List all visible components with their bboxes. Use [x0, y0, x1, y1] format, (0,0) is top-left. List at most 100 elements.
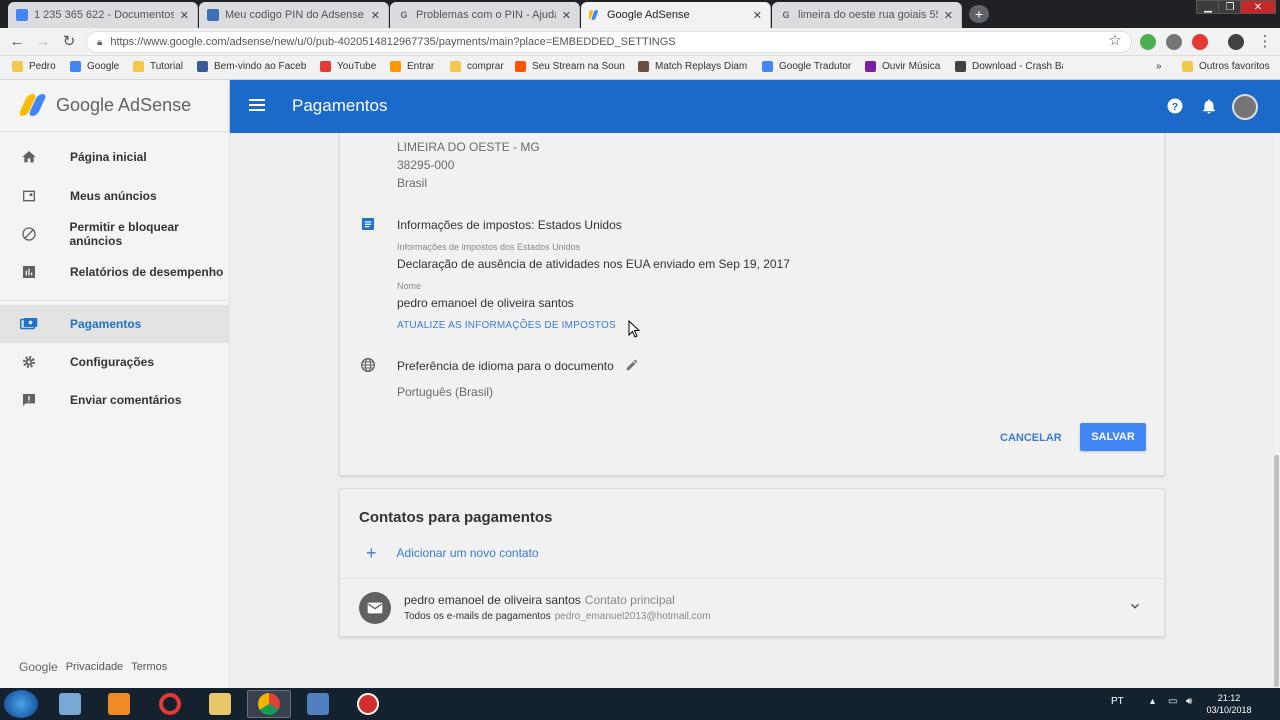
document-app-icon: [59, 693, 81, 715]
save-button[interactable]: SALVAR: [1080, 423, 1146, 451]
bookmark-label: Google: [87, 61, 120, 72]
more-bookmarks-button[interactable]: »: [1156, 61, 1162, 72]
chevron-down-icon[interactable]: [1128, 599, 1142, 613]
taskbar-app[interactable]: [48, 690, 92, 718]
minimize-icon[interactable]: ▁: [1196, 0, 1220, 14]
taskbar-app[interactable]: [148, 690, 192, 718]
bookmark-label: Google Tradutor: [779, 61, 852, 72]
tray-arrow-icon[interactable]: ▴: [1150, 696, 1155, 707]
name-label: Nome: [397, 281, 422, 291]
browser-tab-active[interactable]: Google AdSense ✕: [581, 2, 771, 28]
add-contact-button[interactable]: + Adicionar um novo contato: [366, 544, 539, 562]
account-avatar[interactable]: [1232, 94, 1258, 120]
contact-name-text: pedro emanoel de oliveira santos: [404, 593, 581, 607]
google-link[interactable]: Google: [19, 660, 58, 674]
extension-icon[interactable]: [1166, 34, 1182, 50]
contact-emails: Todos os e-mails de pagamentos pedro_eman…: [404, 611, 711, 622]
bookmark-item[interactable]: Match Replays Diam: [638, 61, 750, 72]
browser-tab[interactable]: G limeira do oeste rua goiais 552 - ✕: [772, 2, 962, 28]
sidebar-item-feedback[interactable]: Enviar comentários: [0, 381, 230, 419]
payments-icon: [20, 315, 38, 333]
sidebar-item-settings[interactable]: Configurações: [0, 343, 230, 381]
extension-icon[interactable]: [1140, 34, 1156, 50]
sidebar-item-payments[interactable]: Pagamentos: [0, 305, 230, 343]
network-icon[interactable]: ▭: [1168, 696, 1177, 707]
update-tax-info-link[interactable]: ATUALIZE AS INFORMAÇÕES DE IMPOSTOS: [397, 320, 616, 331]
bookmark-label: Seu Stream na Sounc: [532, 61, 625, 72]
terms-link[interactable]: Termos: [131, 661, 167, 673]
scrollbar-thumb[interactable]: [1274, 455, 1279, 687]
clock-date: 03/10/2018: [1206, 705, 1252, 715]
home-icon: [20, 148, 38, 166]
bookmark-item[interactable]: Pedro: [12, 61, 62, 72]
help-icon[interactable]: ?: [1166, 97, 1184, 115]
bookmark-item[interactable]: Download - Crash Ba: [955, 61, 1063, 72]
sidebar-item-my-ads[interactable]: Meus anúncios: [0, 177, 230, 215]
close-icon[interactable]: ✕: [180, 9, 189, 22]
clock-time: 21:12: [1217, 693, 1241, 703]
brand-name: Google AdSense: [56, 94, 192, 115]
star-icon[interactable]: ☆: [1106, 32, 1124, 50]
bookmark-item[interactable]: Tutorial: [133, 61, 188, 72]
translate-icon: [762, 61, 773, 72]
sidebar-item-allow-block[interactable]: Permitir e bloquear anúncios: [0, 215, 230, 253]
tax-info-label: Informações de impostos dos Estados Unid…: [397, 242, 581, 252]
cancel-button[interactable]: CANCELAR: [1000, 432, 1062, 444]
browser-tab[interactable]: 1 235 365 622 - Documentos Go ✕: [8, 2, 198, 28]
browser-tab[interactable]: Meu codigo PIN do Adsense não ✕: [199, 2, 389, 28]
language-indicator[interactable]: PT: [1111, 696, 1124, 707]
bookmark-item[interactable]: Bem-vindo ao Faceb: [197, 61, 307, 72]
edit-icon[interactable]: [625, 358, 639, 372]
adsense-logo-icon: [17, 94, 48, 116]
bookmark-item[interactable]: Seu Stream na Sounc: [515, 61, 625, 72]
close-icon[interactable]: ✕: [944, 9, 953, 22]
adsense-logo[interactable]: Google AdSense: [17, 94, 192, 116]
reload-icon[interactable]: ↻: [60, 33, 78, 51]
bookmark-item[interactable]: Google Tradutor: [762, 61, 856, 72]
forward-icon[interactable]: →: [34, 33, 52, 51]
restore-icon[interactable]: ❐: [1218, 0, 1242, 14]
contact-email: pedro_emanuel2013@hotmail.com: [554, 611, 711, 622]
menu-icon[interactable]: [249, 99, 265, 111]
youtube-icon: [320, 61, 331, 72]
volume-icon[interactable]: 🔊︎: [1186, 696, 1192, 707]
system-clock[interactable]: 21:12 03/10/2018: [1206, 692, 1252, 716]
google-icon: [70, 61, 81, 72]
taskbar-app[interactable]: [198, 690, 242, 718]
scrollbar[interactable]: [1273, 133, 1280, 688]
close-icon[interactable]: ✕: [371, 9, 380, 22]
divider: [0, 131, 230, 132]
sidebar-item-home[interactable]: Página inicial: [0, 138, 230, 176]
google-icon: G: [400, 10, 408, 20]
address-bar[interactable]: 🔒︎ https://www.google.com/adsense/new/u/…: [86, 31, 1132, 53]
sidebar-item-label: Relatórios de desempenho: [70, 265, 224, 279]
taskbar-app[interactable]: [296, 690, 340, 718]
tab-title: 1 235 365 622 - Documentos Go: [34, 9, 174, 21]
profile-avatar[interactable]: [1228, 34, 1244, 50]
other-bookmarks[interactable]: Outros favoritos: [1182, 61, 1274, 72]
bookmark-item[interactable]: comprar: [450, 61, 506, 72]
bookmark-item[interactable]: Ouvir Música: [865, 61, 943, 72]
start-button[interactable]: [4, 690, 38, 718]
close-icon[interactable]: ✕: [753, 9, 762, 22]
window-close-icon[interactable]: ✕: [1240, 0, 1276, 14]
sidebar-item-label: Configurações: [70, 355, 155, 369]
bookmark-item[interactable]: YouTube: [320, 61, 380, 72]
chevron-right-icon: »: [1156, 61, 1162, 72]
back-icon[interactable]: ←: [8, 33, 26, 51]
menu-dots-icon[interactable]: ⋮: [1256, 33, 1274, 51]
sidebar-item-reports[interactable]: Relatórios de desempenho: [0, 253, 230, 291]
document-icon: [360, 216, 376, 232]
close-icon[interactable]: ✕: [562, 9, 571, 22]
privacy-link[interactable]: Privacidade: [66, 661, 123, 673]
browser-tab[interactable]: G Problemas com o PIN - Ajuda do ✕: [390, 2, 580, 28]
bookmark-item[interactable]: Google: [70, 61, 125, 72]
taskbar-app[interactable]: [97, 690, 141, 718]
extension-icon[interactable]: [1192, 34, 1208, 50]
main-content: LIMEIRA DO OESTE - MG 38295-000 Brasil I…: [231, 133, 1273, 688]
taskbar-app[interactable]: [346, 690, 390, 718]
bookmark-item[interactable]: Entrar: [390, 61, 440, 72]
notifications-icon[interactable]: [1200, 97, 1218, 115]
taskbar-app-active[interactable]: [247, 690, 291, 718]
new-tab-button[interactable]: +: [969, 5, 989, 23]
